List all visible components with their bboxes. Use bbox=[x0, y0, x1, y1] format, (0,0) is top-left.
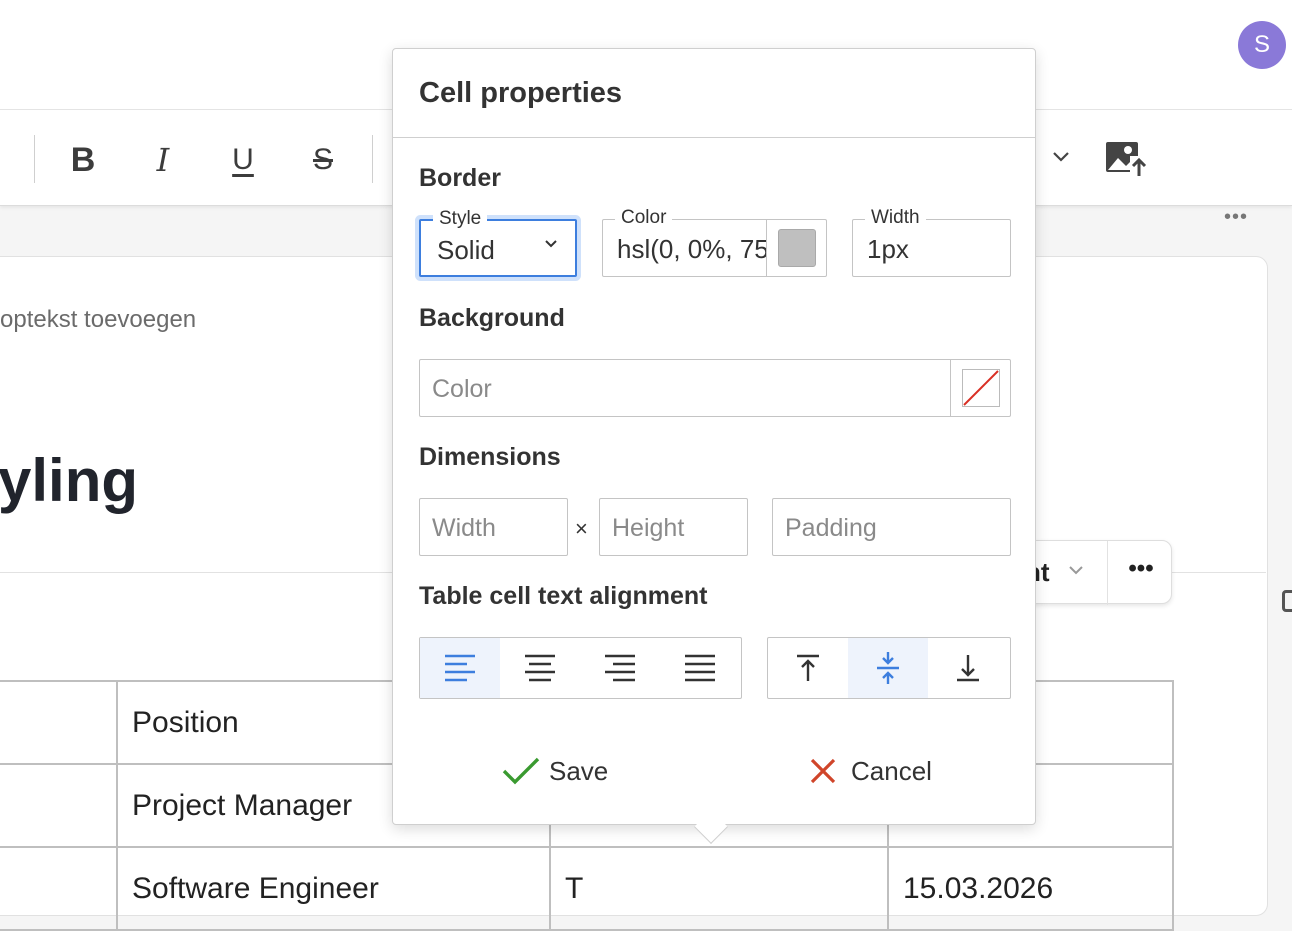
horizontal-alignment-group bbox=[419, 637, 742, 699]
save-label: Save bbox=[549, 755, 609, 786]
chevron-down-icon[interactable] bbox=[1050, 146, 1072, 173]
border-width-field[interactable]: Width 1px bbox=[852, 207, 1011, 277]
color-swatch bbox=[778, 229, 816, 267]
close-icon bbox=[803, 751, 843, 791]
align-right-button[interactable] bbox=[580, 638, 660, 698]
image-caption[interactable]: optekst toevoegen bbox=[0, 306, 196, 334]
table-cell[interactable] bbox=[0, 680, 118, 765]
border-style-legend: Style bbox=[433, 208, 488, 230]
dimensions-section-label: Dimensions bbox=[419, 443, 561, 471]
align-justify-icon bbox=[685, 654, 715, 682]
more-options-icon[interactable]: ••• bbox=[1224, 206, 1248, 229]
table-cell[interactable] bbox=[0, 846, 118, 931]
background-color-field[interactable]: Color bbox=[419, 359, 1011, 417]
align-left-button[interactable] bbox=[420, 638, 500, 698]
align-center-button[interactable] bbox=[500, 638, 580, 698]
toolbar-separator bbox=[372, 135, 373, 183]
alignment-section-label: Table cell text alignment bbox=[419, 582, 708, 610]
cell-padding-placeholder: Padding bbox=[785, 514, 877, 542]
table-more-icon[interactable]: ••• bbox=[1111, 555, 1171, 583]
align-center-icon bbox=[525, 654, 555, 682]
background-section-label: Background bbox=[419, 304, 565, 332]
border-style-value: Solid bbox=[437, 235, 495, 265]
background-color-picker-button[interactable] bbox=[950, 360, 1010, 416]
border-width-value[interactable]: 1px bbox=[867, 234, 909, 265]
cell-height-field[interactable]: Height bbox=[599, 498, 748, 556]
align-middle-button[interactable] bbox=[848, 638, 928, 698]
underline-button[interactable]: U bbox=[221, 140, 265, 180]
border-section-label: Border bbox=[419, 164, 501, 192]
insert-image-icon[interactable] bbox=[1104, 140, 1148, 183]
cancel-label: Cancel bbox=[851, 755, 932, 786]
table-toolbar-separator bbox=[1107, 541, 1108, 605]
dialog-title: Cell properties bbox=[419, 77, 623, 109]
check-icon bbox=[501, 751, 541, 791]
table-row: Software Engineer T 15.03.2026 bbox=[0, 846, 1174, 931]
chevron-down-icon bbox=[543, 235, 559, 258]
bold-button[interactable]: B bbox=[61, 140, 105, 180]
document-heading[interactable]: yling bbox=[0, 446, 138, 515]
table-cell[interactable]: 15.03.2026 bbox=[887, 846, 1174, 931]
border-color-picker-button[interactable] bbox=[766, 220, 826, 276]
align-left-icon bbox=[445, 654, 475, 682]
border-color-value[interactable]: hsl(0, 0%, 75%) bbox=[617, 234, 767, 265]
border-color-field[interactable]: Color hsl(0, 0%, 75%) bbox=[602, 207, 827, 277]
save-button[interactable]: Save bbox=[501, 749, 608, 793]
vertical-alignment-group bbox=[767, 637, 1011, 699]
cell-height-placeholder: Height bbox=[612, 514, 685, 542]
cancel-button[interactable]: Cancel bbox=[803, 749, 932, 793]
comment-icon[interactable] bbox=[1282, 590, 1292, 612]
italic-button[interactable]: I bbox=[141, 140, 185, 180]
align-middle-icon bbox=[877, 652, 899, 684]
cell-width-field[interactable]: Width bbox=[419, 498, 568, 556]
align-bottom-icon bbox=[957, 655, 979, 682]
table-cell[interactable]: Software Engineer bbox=[116, 846, 551, 931]
border-width-legend: Width bbox=[865, 207, 926, 229]
chevron-down-icon[interactable] bbox=[1067, 561, 1085, 584]
user-avatar[interactable]: S bbox=[1238, 21, 1286, 69]
table-cell[interactable]: T bbox=[549, 846, 889, 931]
table-cell[interactable] bbox=[0, 763, 118, 848]
toolbar-separator bbox=[34, 135, 35, 183]
align-top-button[interactable] bbox=[768, 638, 848, 698]
dimension-separator: × bbox=[575, 516, 588, 541]
border-style-select[interactable]: Style Solid bbox=[419, 208, 577, 277]
dialog-header-divider bbox=[393, 137, 1035, 138]
cell-width-placeholder: Width bbox=[432, 514, 496, 542]
align-top-icon bbox=[797, 654, 819, 681]
align-right-icon bbox=[605, 654, 635, 682]
align-bottom-button[interactable] bbox=[928, 638, 1008, 698]
background-color-placeholder: Color bbox=[432, 375, 492, 403]
border-color-legend: Color bbox=[615, 207, 673, 229]
strikethrough-button[interactable]: S bbox=[301, 140, 345, 180]
cell-padding-field[interactable]: Padding bbox=[772, 498, 1011, 556]
no-color-icon bbox=[962, 369, 1000, 407]
cell-properties-dialog: Cell properties Border Style Solid Color… bbox=[392, 48, 1036, 844]
align-justify-button[interactable] bbox=[660, 638, 740, 698]
